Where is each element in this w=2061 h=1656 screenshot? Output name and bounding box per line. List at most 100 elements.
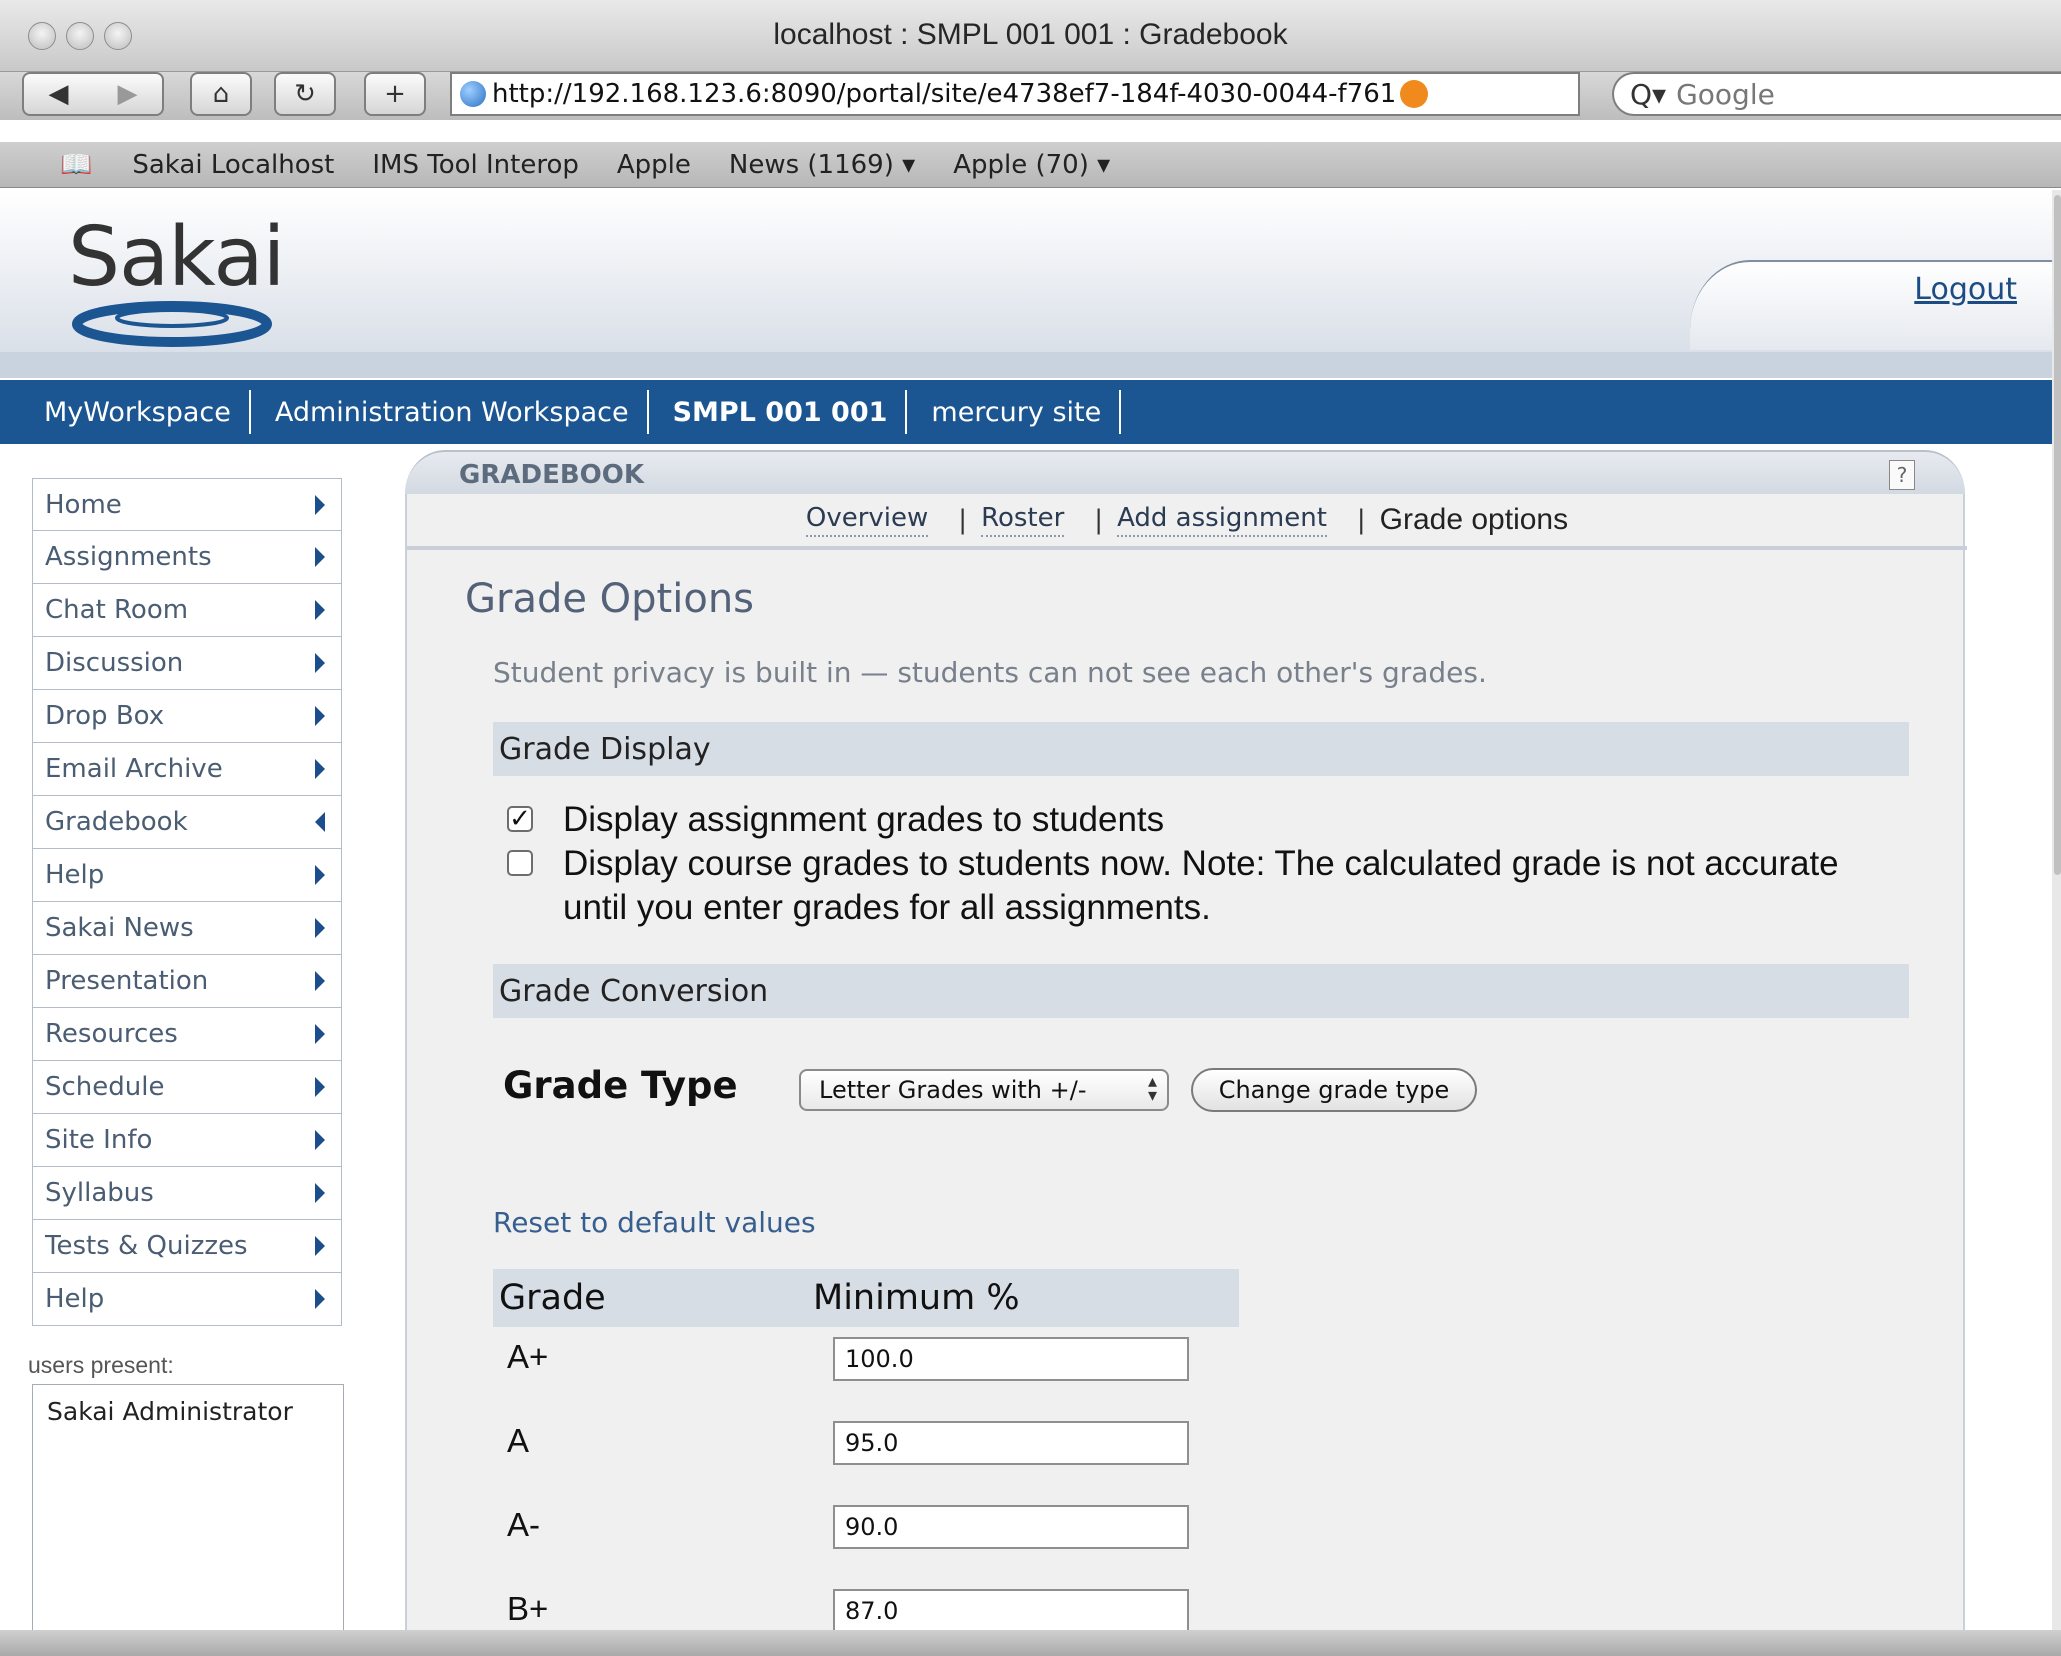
sakai-logo-swoosh-icon — [72, 301, 272, 347]
select-arrows-icon: ▴ ▾ — [1147, 1071, 1157, 1106]
tool-menu-item-gradebook[interactable]: Gradebook — [32, 796, 342, 849]
grade-minimum-input[interactable] — [833, 1505, 1189, 1549]
bookmark-folder[interactable]: Apple (70) ▾ — [953, 150, 1110, 180]
search-field[interactable]: Q▾ Google — [1612, 72, 2061, 116]
grade-letter: A- — [507, 1506, 540, 1543]
arrow-left-icon — [315, 812, 325, 832]
grade-letter: B+ — [507, 1590, 549, 1627]
bookmarks-book-icon[interactable]: 📖 — [60, 150, 92, 180]
tool-nav-roster[interactable]: Roster — [981, 503, 1065, 537]
arrow-right-icon — [315, 865, 325, 885]
tool-menu-item-home[interactable]: Home — [32, 478, 342, 531]
tool-nav-overview[interactable]: Overview — [805, 503, 929, 537]
grade-type-label: Grade Type — [503, 1064, 738, 1107]
home-icon: ⌂ — [212, 79, 230, 109]
tool-menu-item-schedule[interactable]: Schedule — [32, 1061, 342, 1114]
bookmark-folder[interactable]: News (1169) ▾ — [729, 150, 915, 180]
header-band — [0, 352, 2061, 378]
tool-menu-label: Discussion — [45, 648, 184, 678]
window-title: localhost : SMPL 001 001 : Gradebook — [773, 18, 1288, 51]
tool-menu-item-site-info[interactable]: Site Info — [32, 1114, 342, 1167]
reset-defaults-link[interactable]: Reset to default values — [493, 1206, 816, 1239]
site-tab-smpl-001-001[interactable]: SMPL 001 001 — [649, 390, 908, 434]
grade-minimum-input[interactable] — [833, 1337, 1189, 1381]
tool-menu-item-help[interactable]: Help — [32, 849, 342, 902]
display-course-grades-checkbox[interactable] — [507, 850, 533, 876]
tool-menu-label: Assignments — [45, 542, 212, 572]
tool-menu-item-chat-room[interactable]: Chat Room — [32, 584, 342, 637]
grade-minimum-input[interactable] — [833, 1421, 1189, 1465]
tool-menu-item-email-archive[interactable]: Email Archive — [32, 743, 342, 796]
tool-menu-label: Sakai News — [45, 913, 194, 943]
grade-letter: A+ — [507, 1338, 549, 1375]
window-titlebar: localhost : SMPL 001 001 : Gradebook — [0, 0, 2061, 72]
arrow-right-icon — [315, 547, 325, 567]
tool-menu-item-sakai-news[interactable]: Sakai News — [32, 902, 342, 955]
address-bar[interactable]: http://192.168.123.6:8090/portal/site/e4… — [450, 72, 1580, 116]
tool-menu-label: Help — [45, 860, 105, 890]
tool-menu-item-presentation[interactable]: Presentation — [32, 955, 342, 1008]
arrow-right-icon — [315, 706, 325, 726]
arrow-right-icon — [315, 1183, 325, 1203]
address-text: http://192.168.123.6:8090/portal/site/e4… — [492, 79, 1397, 109]
site-tab-admin-workspace[interactable]: Administration Workspace — [251, 390, 649, 434]
display-course-grades-label: Display course grades to students now. N… — [563, 844, 1839, 927]
browser-toolbar: ◀ ▶ ⌂ ↻ + http://192.168.123.6:8090/port… — [0, 72, 2061, 120]
globe-icon — [460, 81, 486, 107]
scrollbar-thumb[interactable] — [2054, 195, 2061, 875]
presence-user: Sakai Administrator — [47, 1397, 293, 1426]
bookmark-item[interactable]: Sakai Localhost — [132, 150, 334, 180]
bookmark-item[interactable]: IMS Tool Interop — [372, 150, 579, 180]
grade-row: A- — [493, 1495, 1239, 1579]
browser-statusbar — [0, 1630, 2061, 1656]
grade-table-header: Grade Minimum % — [493, 1269, 1239, 1327]
tool-menu-label: Schedule — [45, 1072, 165, 1102]
site-nav: MyWorkspace Administration Workspace SMP… — [0, 380, 2061, 444]
grade-column-header: Grade — [499, 1278, 606, 1318]
tool-title-bar: GRADEBOOK ? — [405, 450, 1965, 494]
tool-nav-separator: | — [1356, 505, 1366, 535]
presence-list: Sakai Administrator — [32, 1384, 344, 1656]
back-arrow-icon[interactable]: ◀ — [49, 79, 69, 109]
tool-menu-label: Tests & Quizzes — [45, 1231, 248, 1261]
search-placeholder: Google — [1676, 77, 1775, 111]
sakai-logo: Sakai — [68, 210, 285, 305]
tool-menu-item-resources[interactable]: Resources — [32, 1008, 342, 1061]
arrow-right-icon — [315, 653, 325, 673]
grade-row: A+ — [493, 1327, 1239, 1411]
arrow-right-icon — [315, 1289, 325, 1309]
arrow-right-icon — [315, 918, 325, 938]
logout-link[interactable]: Logout — [1914, 272, 2017, 307]
change-grade-type-button[interactable]: Change grade type — [1191, 1068, 1477, 1112]
tool-nav: Overview | Roster | Add assignment | Gra… — [407, 500, 1967, 540]
site-tab-mercury-site[interactable]: mercury site — [907, 390, 1122, 434]
add-bookmark-button[interactable]: + — [364, 72, 426, 116]
rss-icon[interactable] — [1400, 80, 1429, 108]
back-forward-buttons[interactable]: ◀ ▶ — [22, 72, 164, 116]
tool-menu-item-help-2[interactable]: Help — [32, 1273, 342, 1326]
grade-conversion-heading: Grade Conversion — [493, 964, 1909, 1018]
search-icon: Q▾ — [1630, 77, 1667, 111]
display-assignment-grades-checkbox[interactable]: ✓ — [507, 806, 533, 832]
forward-arrow-icon[interactable]: ▶ — [118, 79, 138, 109]
tool-menu-item-syllabus[interactable]: Syllabus — [32, 1167, 342, 1220]
display-course-grades-option: Display course grades to students now. N… — [507, 842, 1863, 930]
tool-nav-add-assignment[interactable]: Add assignment — [1117, 503, 1327, 537]
tool-menu-label: Syllabus — [45, 1178, 154, 1208]
home-button[interactable]: ⌂ — [190, 72, 252, 116]
grade-minimum-input[interactable] — [833, 1589, 1189, 1633]
help-icon[interactable]: ? — [1889, 460, 1915, 490]
tool-body: Overview | Roster | Add assignment | Gra… — [405, 494, 1967, 1656]
tool-menu-item-drop-box[interactable]: Drop Box — [32, 690, 342, 743]
bookmark-item[interactable]: Apple — [617, 150, 691, 180]
reload-button[interactable]: ↻ — [274, 72, 336, 116]
tool-menu-item-tests-quizzes[interactable]: Tests & Quizzes — [32, 1220, 342, 1273]
tool-nav-grade-options: Grade options — [1379, 503, 1569, 536]
tool-menu-item-discussion[interactable]: Discussion — [32, 637, 342, 690]
tool-menu-item-assignments[interactable]: Assignments — [32, 531, 342, 584]
arrow-right-icon — [315, 600, 325, 620]
tool-title: GRADEBOOK — [459, 460, 644, 490]
grade-type-select[interactable]: Letter Grades with +/- ▴ ▾ — [799, 1069, 1169, 1111]
site-tab-myworkspace[interactable]: MyWorkspace — [0, 390, 251, 434]
minimum-percent-column-header: Minimum % — [813, 1278, 1020, 1318]
